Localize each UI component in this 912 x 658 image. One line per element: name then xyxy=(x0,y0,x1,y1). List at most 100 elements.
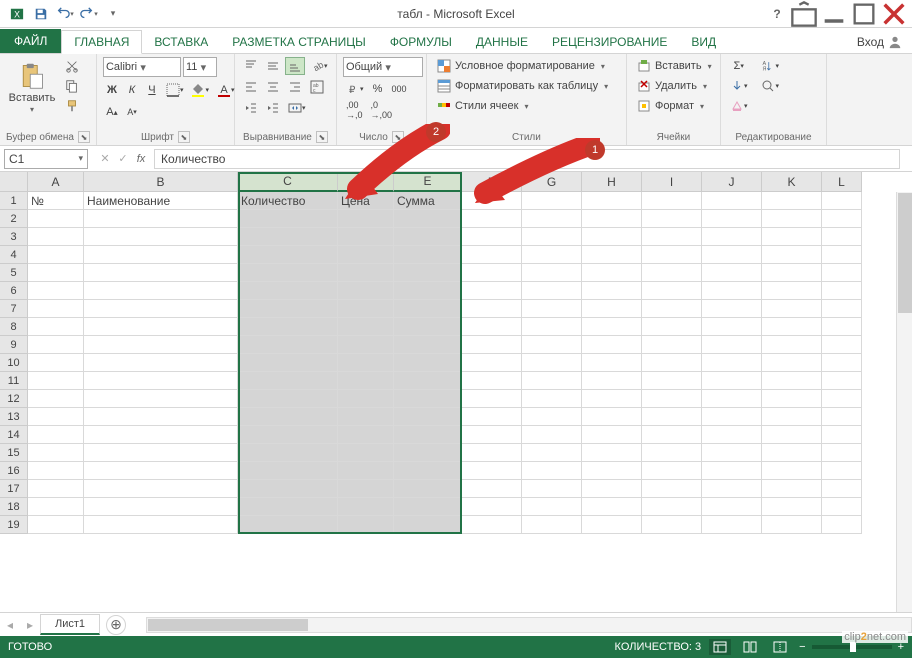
column-header-I[interactable]: I xyxy=(642,172,702,192)
cell-L14[interactable] xyxy=(822,426,862,444)
cell-I14[interactable] xyxy=(642,426,702,444)
cell-G7[interactable] xyxy=(522,300,582,318)
cell-J1[interactable] xyxy=(702,192,762,210)
cell-E9[interactable] xyxy=(394,336,462,354)
alignment-dialog-launcher[interactable]: ⬊ xyxy=(316,131,328,143)
cell-D8[interactable] xyxy=(338,318,394,336)
cell-J2[interactable] xyxy=(702,210,762,228)
cell-E11[interactable] xyxy=(394,372,462,390)
cell-H2[interactable] xyxy=(582,210,642,228)
cell-J10[interactable] xyxy=(702,354,762,372)
cell-D17[interactable] xyxy=(338,480,394,498)
cell-K16[interactable] xyxy=(762,462,822,480)
font-name-combo[interactable]: Calibri▾ xyxy=(103,57,181,77)
cell-J3[interactable] xyxy=(702,228,762,246)
cell-H10[interactable] xyxy=(582,354,642,372)
find-button[interactable]: ▾ xyxy=(758,77,782,95)
format-as-table-button[interactable]: Форматировать как таблицу▾ xyxy=(433,77,612,95)
cell-B12[interactable] xyxy=(84,390,238,408)
cell-E10[interactable] xyxy=(394,354,462,372)
cell-C11[interactable] xyxy=(238,372,338,390)
cell-D19[interactable] xyxy=(338,516,394,534)
cell-C7[interactable] xyxy=(238,300,338,318)
cell-A2[interactable] xyxy=(28,210,84,228)
cell-E8[interactable] xyxy=(394,318,462,336)
cell-H8[interactable] xyxy=(582,318,642,336)
cell-A9[interactable] xyxy=(28,336,84,354)
delete-cells-button[interactable]: Удалить▾ xyxy=(633,77,711,95)
fx-button[interactable]: fx xyxy=(132,150,150,168)
cell-styles-button[interactable]: Стили ячеек▾ xyxy=(433,97,533,115)
cell-E19[interactable] xyxy=(394,516,462,534)
cell-L16[interactable] xyxy=(822,462,862,480)
cell-J12[interactable] xyxy=(702,390,762,408)
cell-H19[interactable] xyxy=(582,516,642,534)
tab-file[interactable]: ФАЙЛ xyxy=(0,29,61,53)
cell-A4[interactable] xyxy=(28,246,84,264)
zoom-out-button[interactable]: − xyxy=(799,641,805,653)
row-header-18[interactable]: 18 xyxy=(0,498,28,516)
horizontal-scrollbar[interactable] xyxy=(146,617,912,633)
cell-J14[interactable] xyxy=(702,426,762,444)
cancel-formula-button[interactable]: ✕ xyxy=(96,150,114,168)
cell-K2[interactable] xyxy=(762,210,822,228)
cell-I6[interactable] xyxy=(642,282,702,300)
align-top-button[interactable] xyxy=(241,57,261,75)
cell-L17[interactable] xyxy=(822,480,862,498)
undo-icon[interactable]: ▾ xyxy=(54,3,76,25)
cell-H12[interactable] xyxy=(582,390,642,408)
cell-F3[interactable] xyxy=(462,228,522,246)
cell-D9[interactable] xyxy=(338,336,394,354)
fill-button[interactable]: ▾ xyxy=(727,77,751,95)
cell-L5[interactable] xyxy=(822,264,862,282)
merge-button[interactable]: ▾ xyxy=(285,99,309,117)
format-painter-button[interactable] xyxy=(62,97,82,115)
cell-G6[interactable] xyxy=(522,282,582,300)
cell-C17[interactable] xyxy=(238,480,338,498)
cell-A8[interactable] xyxy=(28,318,84,336)
cell-G16[interactable] xyxy=(522,462,582,480)
cell-A1[interactable]: № xyxy=(28,192,84,210)
tab-page-layout[interactable]: РАЗМЕТКА СТРАНИЦЫ xyxy=(220,31,378,53)
cell-G13[interactable] xyxy=(522,408,582,426)
maximize-button[interactable] xyxy=(850,4,878,24)
cell-F13[interactable] xyxy=(462,408,522,426)
cell-D7[interactable] xyxy=(338,300,394,318)
cell-I9[interactable] xyxy=(642,336,702,354)
cell-G10[interactable] xyxy=(522,354,582,372)
cell-E7[interactable] xyxy=(394,300,462,318)
cell-B18[interactable] xyxy=(84,498,238,516)
row-header-10[interactable]: 10 xyxy=(0,354,28,372)
help-button[interactable]: ? xyxy=(766,4,788,24)
row-header-5[interactable]: 5 xyxy=(0,264,28,282)
cell-A5[interactable] xyxy=(28,264,84,282)
cell-K8[interactable] xyxy=(762,318,822,336)
cell-B19[interactable] xyxy=(84,516,238,534)
cell-K4[interactable] xyxy=(762,246,822,264)
cell-A11[interactable] xyxy=(28,372,84,390)
cell-I16[interactable] xyxy=(642,462,702,480)
row-header-17[interactable]: 17 xyxy=(0,480,28,498)
italic-button[interactable]: К xyxy=(123,81,141,99)
cell-K5[interactable] xyxy=(762,264,822,282)
cell-J8[interactable] xyxy=(702,318,762,336)
cell-G9[interactable] xyxy=(522,336,582,354)
cell-A19[interactable] xyxy=(28,516,84,534)
cell-B15[interactable] xyxy=(84,444,238,462)
cell-C18[interactable] xyxy=(238,498,338,516)
close-button[interactable] xyxy=(880,4,908,24)
cell-K7[interactable] xyxy=(762,300,822,318)
cell-I5[interactable] xyxy=(642,264,702,282)
border-button[interactable]: ▾ xyxy=(163,81,187,99)
row-header-14[interactable]: 14 xyxy=(0,426,28,444)
cell-D2[interactable] xyxy=(338,210,394,228)
cell-E6[interactable] xyxy=(394,282,462,300)
cell-K19[interactable] xyxy=(762,516,822,534)
cell-D5[interactable] xyxy=(338,264,394,282)
cell-B14[interactable] xyxy=(84,426,238,444)
cell-D16[interactable] xyxy=(338,462,394,480)
sort-filter-button[interactable]: AЯ▾ xyxy=(758,57,782,75)
cell-C10[interactable] xyxy=(238,354,338,372)
cell-B3[interactable] xyxy=(84,228,238,246)
cell-B17[interactable] xyxy=(84,480,238,498)
